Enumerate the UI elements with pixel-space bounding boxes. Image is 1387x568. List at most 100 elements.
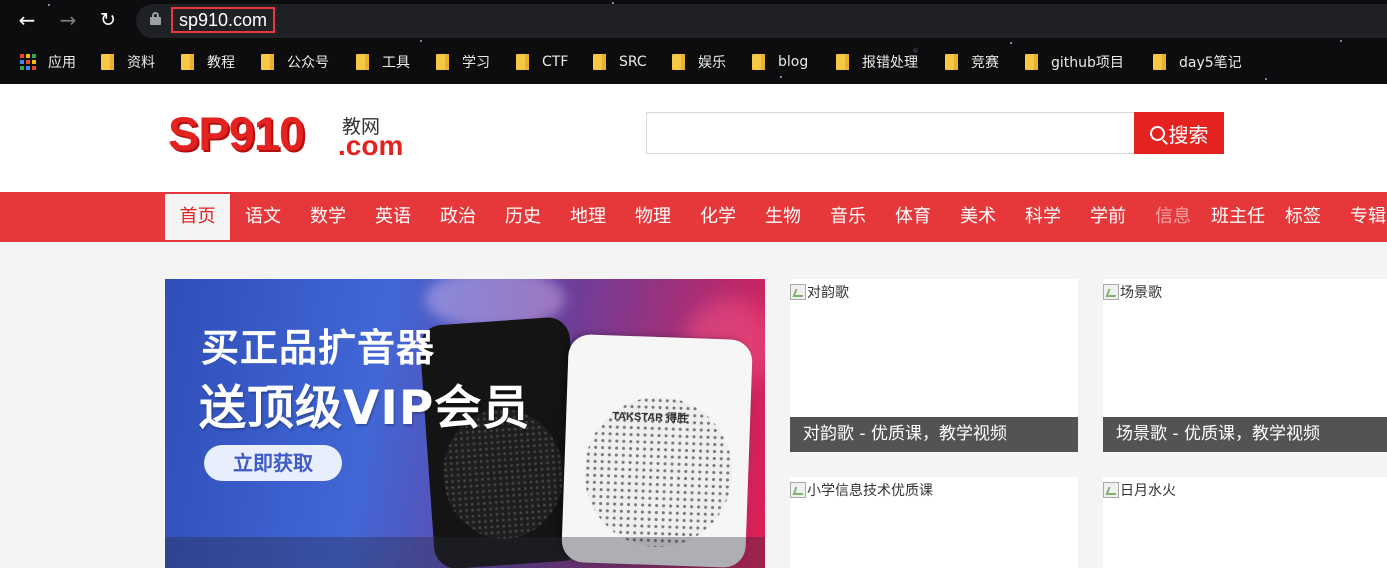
video-card[interactable]: 日月水火 [1103,477,1387,568]
bookmark-folder[interactable]: 工具 [356,44,410,80]
bookmark-folder[interactable]: 教程 [181,44,235,80]
black-speaker-image [418,316,586,568]
white-speaker-image: TAKSTAR 得胜 [561,333,753,568]
nav-item-physics[interactable]: 物理 [635,194,671,240]
folder-icon [261,54,274,70]
search-icon [1149,125,1165,141]
folder-icon [356,54,369,70]
banner-caption-strip [165,537,765,568]
nav-item-politics[interactable]: 政治 [440,194,476,240]
site-header: SP910 教网 .com 搜索 [0,84,1387,192]
background-star [48,4,50,6]
bookmark-folder[interactable]: CTF [516,44,568,80]
search-input[interactable] [646,112,1135,154]
video-card-caption[interactable]: 场景歌 - 优质课，教学视频 [1103,417,1387,452]
main-nav: 首页 语文 数学 英语 政治 历史 地理 物理 化学 生物 音乐 体育 美术 科… [0,192,1387,242]
image-alt-text: 日月水火 [1120,483,1176,499]
folder-icon [181,54,194,70]
folder-icon [752,54,765,70]
broken-image: 场景歌 [1103,282,1162,302]
folder-icon [101,54,114,70]
folder-icon [516,54,529,70]
bookmark-folder[interactable]: 娱乐 [672,44,726,80]
search-button[interactable]: 搜索 [1134,112,1224,154]
nav-item-math[interactable]: 数学 [310,194,346,240]
nav-item-geography[interactable]: 地理 [570,194,606,240]
video-card-caption[interactable]: 对韵歌 - 优质课，教学视频 [790,417,1078,452]
folder-icon [672,54,685,70]
broken-image-icon [1103,482,1119,498]
bookmark-folder[interactable]: day5笔记 [1153,44,1242,80]
nav-item-english[interactable]: 英语 [375,194,411,240]
bookmark-label: 应用 [48,55,76,71]
bookmark-label: 竞赛 [971,55,999,71]
bookmark-folder[interactable]: 竞赛 [945,44,999,80]
lock-icon [150,12,161,25]
bookmark-label: 工具 [382,55,410,71]
broken-image-icon [790,482,806,498]
url-text[interactable]: sp910.com [171,7,276,33]
nav-item-biology[interactable]: 生物 [765,194,801,240]
nav-item-chinese[interactable]: 语文 [245,194,281,240]
video-card[interactable]: 对韵歌 对韵歌 - 优质课，教学视频 [790,279,1078,452]
bookmark-label: CTF [542,54,569,70]
back-arrow-icon[interactable]: ← [14,7,40,33]
bookmark-folder[interactable]: 资料 [101,44,155,80]
bookmark-label: 报错处理 [862,55,918,71]
nav-item-preschool[interactable]: 学前 [1090,194,1126,240]
video-card[interactable]: 小学信息技术优质课 [790,477,1078,568]
bookmark-label: github项目 [1051,55,1124,71]
nav-item-tags[interactable]: 标签 [1285,194,1321,240]
background-star [420,40,422,42]
broken-image-icon [790,284,806,300]
bookmark-apps[interactable]: 应用 [20,44,76,80]
browser-toolbar: ← → ↻ sp910.com 应用 资料 教程 公众号 工具 学习 CTF S… [0,0,1387,84]
banner-cta-button[interactable]: 立即获取 [204,445,342,481]
reload-icon[interactable]: ↻ [95,7,121,33]
bookmark-label: SRC [619,54,647,70]
banner-subheadline: 送顶级VIP会员 [199,381,531,436]
broken-image: 对韵歌 [790,282,849,302]
image-alt-text: 对韵歌 [807,285,849,301]
broken-image-icon [1103,284,1119,300]
nav-item-class-teacher[interactable]: 班主任 [1211,194,1265,240]
promo-banner[interactable]: TAKSTAR 得胜 买正品扩音器 送顶级VIP会员 立即获取 [165,279,765,568]
nav-item-science[interactable]: 科学 [1025,194,1061,240]
bookmark-folder[interactable]: 报错处理 [836,44,918,80]
nav-item-art[interactable]: 美术 [960,194,996,240]
bookmark-label: day5笔记 [1179,55,1242,71]
folder-icon [1025,54,1038,70]
nav-item-history[interactable]: 历史 [505,194,541,240]
nav-item-chemistry[interactable]: 化学 [700,194,736,240]
banner-headline: 买正品扩音器 [201,326,436,370]
broken-image: 小学信息技术优质课 [790,480,933,500]
search-button-label: 搜索 [1168,122,1209,147]
nav-item-music[interactable]: 音乐 [830,194,866,240]
bookmark-folder[interactable]: 公众号 [261,44,329,80]
nav-item-albums[interactable]: 专辑 [1350,194,1386,240]
background-star [1340,40,1342,42]
bookmark-label: 资料 [127,55,155,71]
folder-icon [436,54,449,70]
nav-item-home[interactable]: 首页 [165,194,230,240]
forward-arrow-icon[interactable]: → [55,7,81,33]
bookmark-folder[interactable]: SRC [593,44,647,80]
speaker-brand-text: TAKSTAR 得胜 [611,410,689,426]
folder-icon [836,54,849,70]
broken-image: 日月水火 [1103,480,1176,500]
nav-item-it[interactable]: 信息 [1155,194,1191,240]
address-bar[interactable] [136,4,1387,38]
bookmarks-bar: 应用 资料 教程 公众号 工具 学习 CTF SRC 娱乐 blog 报错处理 … [0,44,1387,80]
image-alt-text: 场景歌 [1120,285,1162,301]
video-card[interactable]: 场景歌 场景歌 - 优质课，教学视频 [1103,279,1387,452]
bookmark-folder[interactable]: github项目 [1025,44,1124,80]
logo-com-text: .com [338,130,404,161]
bookmark-label: 娱乐 [698,55,726,71]
logo-main-text: SP910 [168,107,305,160]
bookmark-folder[interactable]: 学习 [436,44,490,80]
folder-icon [1153,54,1166,70]
bookmark-folder[interactable]: blog [752,44,808,80]
nav-item-pe[interactable]: 体育 [895,194,931,240]
bookmark-label: 教程 [207,55,235,71]
site-logo[interactable]: SP910 教网 .com [168,108,418,164]
